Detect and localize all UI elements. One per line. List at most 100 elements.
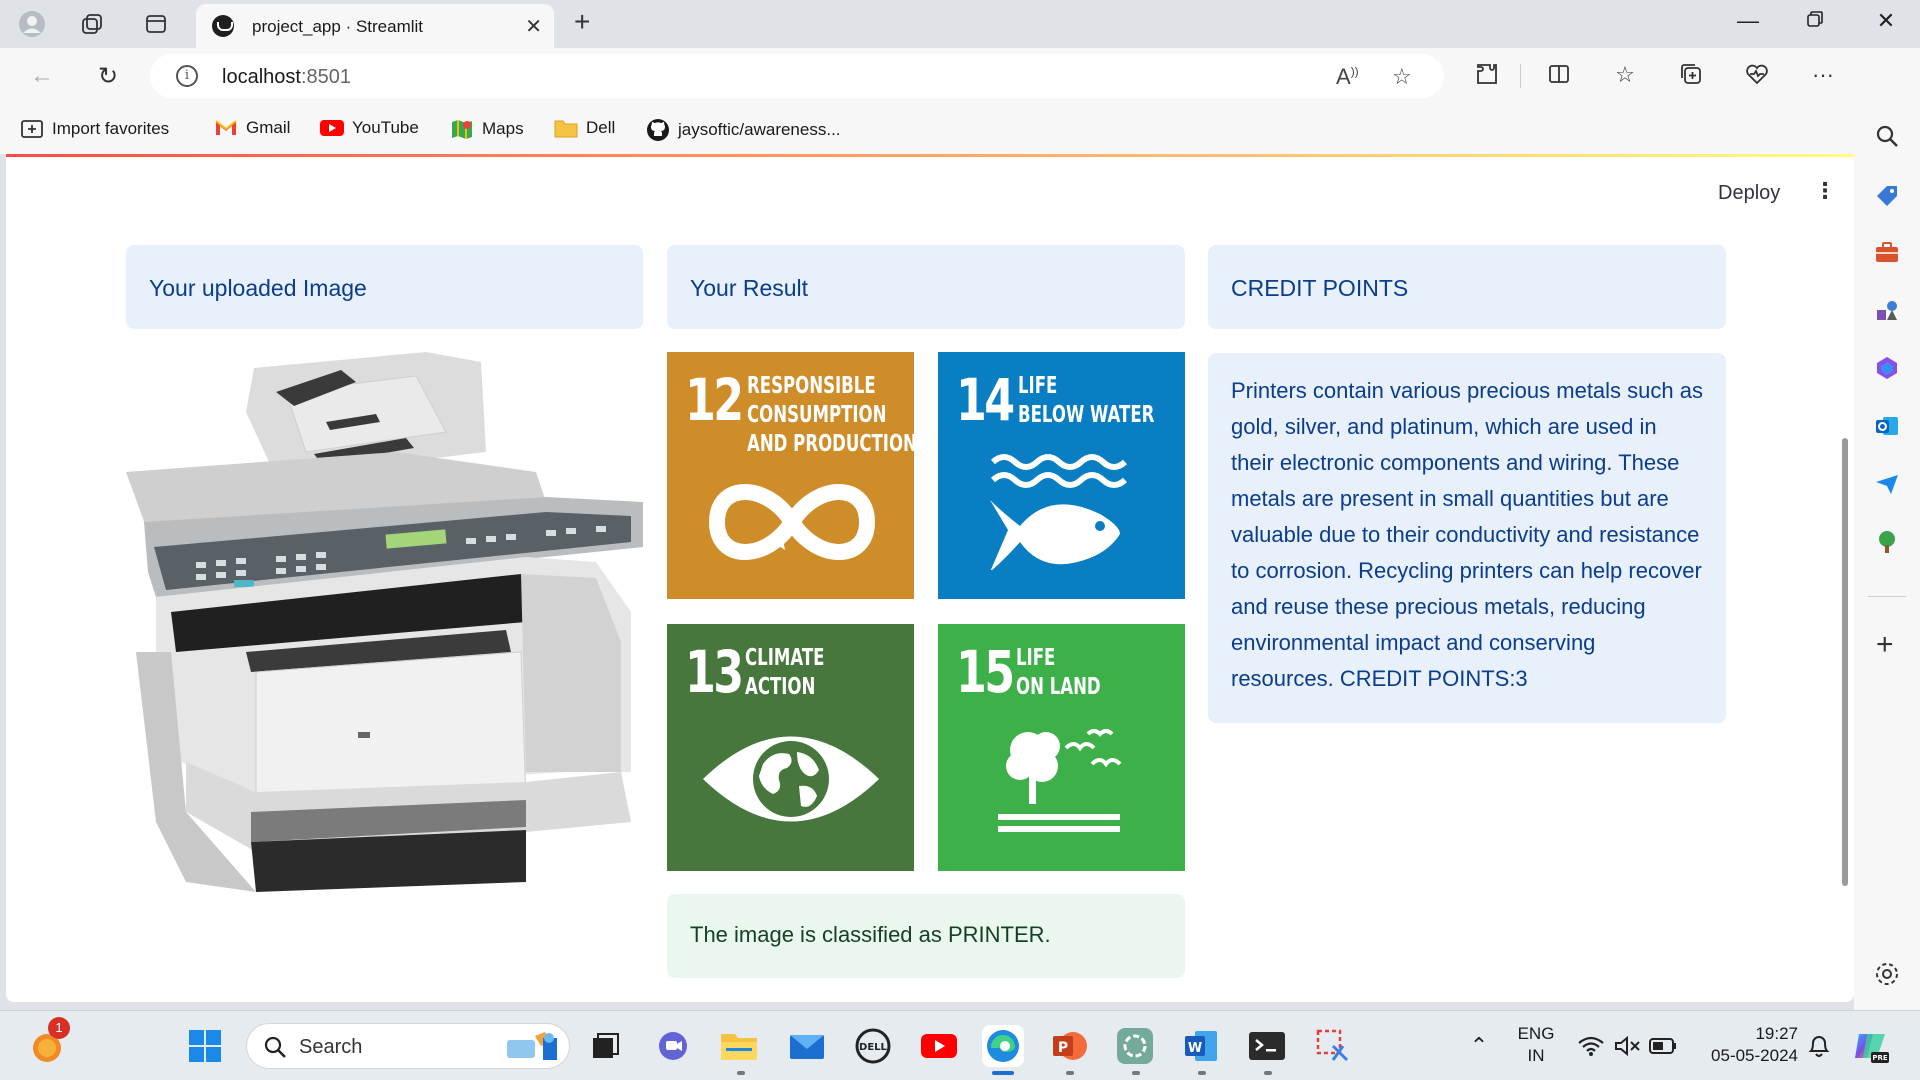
tree-birds-icon <box>998 729 1122 832</box>
streamlit-page: Deploy ⋮ Your uploaded Image Your Result… <box>6 154 1854 1002</box>
credit-points-info: Printers contain various precious metals… <box>1208 353 1726 723</box>
sdg-number: 13 <box>685 638 744 706</box>
search-icon <box>264 1036 286 1058</box>
gmail-icon <box>215 120 237 135</box>
bookmark-youtube[interactable]: YouTube <box>320 118 419 138</box>
page-scrollbar[interactable] <box>1842 438 1848 886</box>
word-icon[interactable]: W <box>1180 1025 1222 1067</box>
github-icon <box>647 119 669 141</box>
file-explorer-icon[interactable] <box>718 1025 760 1067</box>
bookmark-github[interactable]: jaysoftic/awareness... <box>646 118 841 142</box>
running-indicator <box>1066 1071 1074 1075</box>
more-options-icon[interactable]: ··· <box>1808 62 1838 88</box>
collections-icon[interactable] <box>1676 62 1706 92</box>
windows-taskbar: 1 Search DELL P W ⌃ ENG IN 19:27 05-05-2… <box>0 1010 1920 1080</box>
active-tab[interactable]: project_app · Streamlit ✕ <box>196 4 554 48</box>
windows-start-icon[interactable] <box>184 1025 226 1067</box>
credit-points-header: CREDIT POINTS <box>1208 245 1726 329</box>
mail-icon[interactable] <box>786 1025 828 1067</box>
maps-icon <box>452 120 472 139</box>
svg-text:PRE: PRE <box>1872 1054 1888 1062</box>
favorite-star-icon[interactable]: ☆ <box>1392 64 1412 90</box>
sdg-title: CLIMATE ACTION <box>745 645 825 700</box>
bookmark-maps[interactable]: Maps <box>450 118 524 140</box>
workspaces-icon[interactable] <box>76 8 108 40</box>
tab-title: project_app · Streamlit <box>252 17 424 36</box>
send-icon[interactable] <box>1873 470 1901 498</box>
games-icon[interactable] <box>1873 296 1901 324</box>
terminal-icon[interactable] <box>1246 1025 1288 1067</box>
sdg-tile-12: 12 RESPONSIBLE CONSUMPTION AND PRODUCTIO… <box>667 352 914 599</box>
tree-icon[interactable] <box>1873 528 1901 556</box>
running-indicator <box>1198 1071 1206 1075</box>
dell-app-icon[interactable]: DELL <box>852 1025 894 1067</box>
sidebar-settings-icon[interactable] <box>1873 960 1901 988</box>
profile-icon[interactable] <box>16 8 48 40</box>
tab-bar: project_app · Streamlit ✕ + — ✕ <box>0 0 1920 48</box>
browser-essentials-icon[interactable] <box>1742 62 1772 92</box>
copilot-preview-icon[interactable]: PRE <box>1850 1025 1892 1067</box>
edge-browser-icon[interactable] <box>982 1025 1024 1067</box>
taskbar-search-box[interactable]: Search <box>246 1023 570 1069</box>
sdg-number: 12 <box>685 366 744 434</box>
show-hidden-icons-chevron[interactable]: ⌃ <box>1458 1025 1500 1067</box>
restore-icon[interactable] <box>1795 8 1835 34</box>
notification-badge: 1 <box>48 1017 70 1039</box>
main-menu-icon[interactable]: ⋮ <box>1814 178 1836 204</box>
outlook-icon[interactable] <box>1873 412 1901 440</box>
extensions-icon[interactable] <box>1472 62 1502 92</box>
toolbar-divider <box>1520 64 1521 88</box>
site-info-icon[interactable]: i <box>176 65 198 87</box>
refresh-icon[interactable]: ↻ <box>92 60 124 92</box>
sdg-number: 14 <box>956 366 1015 434</box>
search-highlight-icon <box>507 1032 557 1060</box>
sdg-title: LIFE BELOW WATER <box>1018 373 1155 428</box>
sdg-number: 15 <box>956 638 1015 706</box>
uploaded-image-header: Your uploaded Image <box>126 245 643 329</box>
read-aloud-icon[interactable]: A)) <box>1336 64 1359 90</box>
active-app-indicator <box>992 1071 1014 1075</box>
deploy-button[interactable]: Deploy <box>1718 182 1780 205</box>
sdg-tile-15: 15 LIFE ON LAND <box>938 624 1185 871</box>
split-screen-icon[interactable] <box>1544 62 1574 92</box>
running-indicator <box>1132 1071 1140 1075</box>
bookmark-import-favorites[interactable]: Import favorites <box>20 118 169 140</box>
import-icon <box>21 120 43 138</box>
bookmark-dell-folder[interactable]: Dell <box>554 118 615 138</box>
sdg-title: RESPONSIBLE CONSUMPTION AND PRODUCTION <box>747 373 914 457</box>
bookmark-gmail[interactable]: Gmail <box>214 118 290 138</box>
input-language[interactable]: ENG IN <box>1508 1023 1564 1067</box>
tools-icon[interactable] <box>1873 238 1901 266</box>
add-sidebar-app-icon[interactable]: + <box>1876 630 1894 660</box>
powerpoint-icon[interactable]: P <box>1048 1025 1090 1067</box>
streamlit-header-decoration <box>6 154 1854 157</box>
clock[interactable]: 19:27 05-05-2024 <box>1690 1023 1798 1067</box>
shopping-tag-icon[interactable] <box>1873 182 1901 210</box>
bookmarks-bar: Import favorites Gmail YouTube Maps Dell… <box>0 104 1920 154</box>
microsoft-365-icon[interactable] <box>1873 354 1901 382</box>
new-tab-icon[interactable]: + <box>574 6 590 38</box>
battery-icon[interactable] <box>1642 1025 1684 1067</box>
result-header: Your Result <box>667 245 1185 329</box>
search-icon[interactable] <box>1873 122 1901 150</box>
close-window-icon[interactable]: ✕ <box>1866 8 1906 34</box>
sidebar-divider <box>1868 596 1906 597</box>
notifications-bell-icon[interactable] <box>1798 1025 1840 1067</box>
tab-actions-icon[interactable] <box>140 8 172 40</box>
youtube-app-icon[interactable] <box>918 1025 960 1067</box>
sdg-tile-13: 13 CLIMATE ACTION <box>667 624 914 871</box>
classification-success-message: The image is classified as PRINTER. <box>667 894 1185 978</box>
favorites-icon[interactable]: ☆ <box>1610 62 1640 88</box>
sdg-title: LIFE ON LAND <box>1016 645 1101 700</box>
back-icon[interactable]: ← <box>26 60 58 92</box>
teams-chat-icon[interactable] <box>652 1025 694 1067</box>
minimize-icon[interactable]: — <box>1728 8 1768 34</box>
folder-icon <box>554 120 578 138</box>
running-indicator <box>737 1071 745 1075</box>
close-tab-icon[interactable]: ✕ <box>525 14 542 39</box>
snipping-tool-icon[interactable] <box>1312 1025 1354 1067</box>
task-view-icon[interactable] <box>584 1025 626 1067</box>
chatgpt-icon[interactable] <box>1114 1025 1156 1067</box>
url-text: localhost:8501 <box>222 66 351 88</box>
address-bar[interactable]: i localhost:8501 A)) ☆ <box>150 54 1444 98</box>
